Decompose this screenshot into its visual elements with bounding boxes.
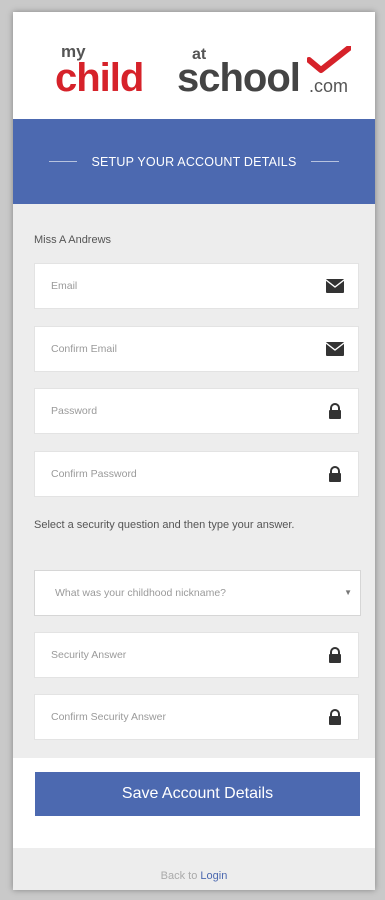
security-answer-input[interactable] [35, 633, 321, 677]
envelope-icon [326, 342, 344, 356]
confirm-password-field[interactable] [34, 451, 359, 497]
page-title: SETUP YOUR ACCOUNT DETAILS [91, 154, 297, 169]
setup-account-card: my child at school .com SETUP YOUR ACCOU… [13, 12, 375, 890]
user-name: Miss A Andrews [34, 234, 112, 246]
envelope-icon [326, 279, 344, 293]
confirm-password-input[interactable] [35, 452, 321, 496]
logo-child-text: child [55, 56, 144, 100]
confirm-security-answer-field[interactable] [34, 694, 359, 740]
login-link[interactable]: Login [200, 870, 227, 882]
logo-school-text: school [177, 56, 301, 100]
confirm-email-input[interactable] [35, 327, 321, 371]
security-question-instruction: Select a security question and then type… [34, 519, 295, 531]
page-header: SETUP YOUR ACCOUNT DETAILS [13, 119, 375, 204]
lock-icon [329, 403, 341, 419]
lock-icon [329, 709, 341, 725]
security-question-select[interactable]: What was your childhood nickname? ▼ [34, 570, 361, 616]
confirm-email-field[interactable] [34, 326, 359, 372]
save-area: Save Account Details [13, 758, 375, 848]
email-field[interactable] [34, 263, 359, 309]
password-input[interactable] [35, 389, 321, 433]
lock-icon [329, 466, 341, 482]
lock-icon [329, 647, 341, 663]
caret-down-icon: ▼ [344, 588, 352, 597]
email-input[interactable] [35, 264, 321, 308]
back-to-text: Back to [160, 870, 198, 882]
logo-tick-icon [307, 46, 351, 73]
password-field[interactable] [34, 388, 359, 434]
logo-area: my child at school .com [13, 12, 375, 119]
back-to-login: Back to Login [13, 870, 375, 882]
confirm-security-answer-input[interactable] [35, 695, 321, 739]
save-account-details-button[interactable]: Save Account Details [35, 772, 360, 816]
security-question-value: What was your childhood nickname? [55, 587, 227, 599]
header-divider-left [49, 161, 78, 162]
logo-com-text: .com [309, 76, 349, 96]
header-divider-right [310, 161, 339, 162]
mychildatschool-logo: my child at school .com [55, 42, 355, 112]
security-answer-field[interactable] [34, 632, 359, 678]
